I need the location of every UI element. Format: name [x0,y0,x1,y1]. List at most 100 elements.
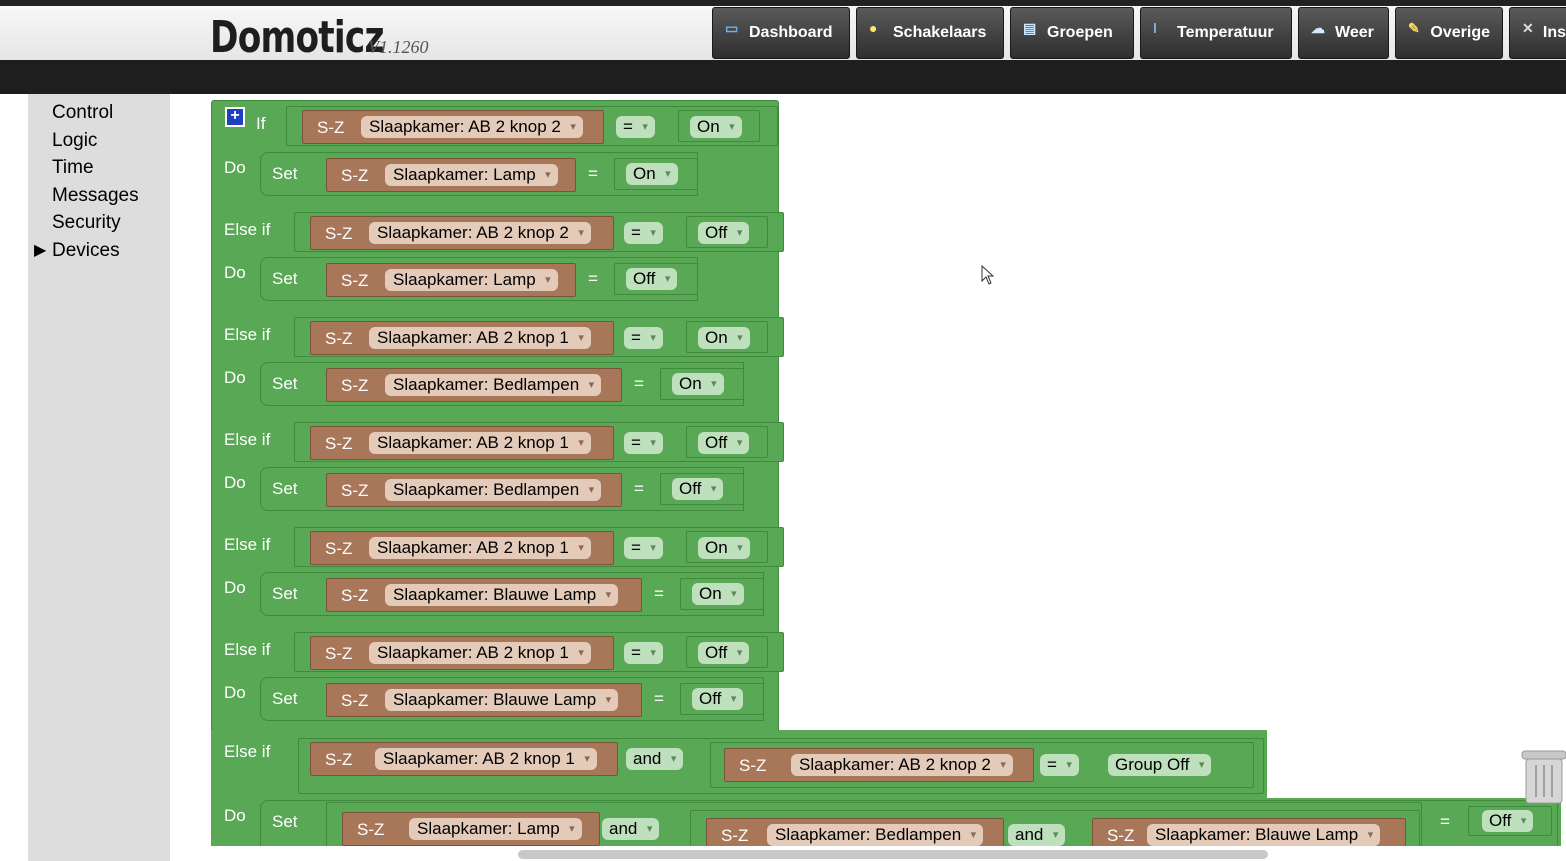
device-dropdown[interactable]: Slaapkamer: Blauwe Lamp [385,689,619,711]
do-label: Do [224,683,246,702]
device-dropdown[interactable]: Slaapkamer: AB 2 knop 2 [791,754,1013,776]
equals-label: = [1440,812,1450,831]
value-dropdown[interactable]: On [672,373,724,395]
value-dropdown[interactable]: Group Off [1108,754,1212,776]
elseif-label: Else if [224,535,271,554]
toolbox-control[interactable]: Control [52,102,113,124]
device-dropdown[interactable]: Slaapkamer: AB 2 knop 1 [369,432,591,454]
logic-dropdown[interactable]: and [1008,824,1066,846]
value-dropdown[interactable]: Off [672,478,724,500]
elseif-label: Else if [224,430,271,449]
device-dropdown[interactable]: Slaapkamer: AB 2 knop 1 [375,748,597,770]
value-dropdown[interactable]: On [626,163,678,185]
nav-overige[interactable]: ✎ Overige [1395,7,1503,59]
operator-dropdown[interactable]: = [624,642,663,664]
operator-dropdown[interactable]: = [624,222,663,244]
equals-label: = [634,479,644,498]
device-block[interactable]: S-Z Slaapkamer: Lamp [326,158,576,192]
device-block[interactable]: S-Z Slaapkamer: Blauwe Lamp [1092,818,1406,846]
nav-temperatuur[interactable]: ǀ Temperatuur [1140,7,1292,59]
device-block[interactable]: S-Z Slaapkamer: Lamp [326,263,576,297]
device-dropdown[interactable]: Slaapkamer: AB 2 knop 1 [369,642,591,664]
horizontal-scrollbar[interactable] [518,850,1268,859]
operator-dropdown[interactable]: = [1040,754,1079,776]
do-label: Do [224,158,246,177]
operator-dropdown[interactable]: = [616,116,655,138]
weather-icon: ☁ [1311,20,1325,36]
elseif-label: Else if [224,220,271,239]
value-dropdown[interactable]: Off [698,642,750,664]
set-label: Set [272,689,298,708]
device-dropdown[interactable]: Slaapkamer: AB 2 knop 1 [369,327,591,349]
blockly-workspace[interactable]: + If S-ZSlaapkamer: AB 2 knop 2 = On Do Set S-… [170,94,1566,846]
set-label: Set [272,374,298,393]
logic-dropdown[interactable]: and [626,748,684,770]
device-dropdown[interactable]: Slaapkamer: AB 2 knop 2 [361,116,583,138]
device-dropdown[interactable]: Slaapkamer: Bedlampen [385,479,602,501]
trash-icon[interactable] [1520,745,1566,805]
toolbox-devices[interactable]: Devices [52,240,120,262]
device-block[interactable]: S-Z Slaapkamer: AB 2 knop 1 [310,426,614,460]
operator-dropdown[interactable]: = [624,327,663,349]
device-dropdown[interactable]: Slaapkamer: AB 2 knop 1 [369,537,591,559]
set-label: Set [272,269,298,288]
toolbox-time[interactable]: Time [52,157,94,179]
nav-instellingen[interactable]: ✕ Ins [1509,7,1566,59]
device-block[interactable]: S-Z Slaapkamer: AB 2 knop 2 [724,748,1034,782]
sidebar-margin [0,94,28,861]
operator-dropdown[interactable]: = [624,432,663,454]
device-block[interactable]: S-Z Slaapkamer: Bedlampen [326,368,622,402]
device-block[interactable]: S-Z Slaapkamer: AB 2 knop 1 [310,531,614,565]
main-nav: ▭ Dashboard ● Schakelaars ▤ Groepen ǀ Temper… [712,7,1566,60]
device-block[interactable]: S-Z Slaapkamer: Bedlampen [706,818,1004,846]
device-block[interactable]: S-Z Slaapkamer: Bedlampen [326,473,622,507]
device-block[interactable]: S-Z Slaapkamer: AB 2 knop 1 [310,321,614,355]
do-label: Do [224,473,246,492]
do-label: Do [224,368,246,387]
toolbox-security[interactable]: Security [52,212,121,234]
value-dropdown[interactable]: Off [1482,810,1534,832]
operator-dropdown[interactable]: = [624,537,663,559]
device-dropdown[interactable]: Slaapkamer: Lamp [385,164,558,186]
device-dropdown[interactable]: Slaapkamer: Blauwe Lamp [385,584,619,606]
nav-weer[interactable]: ☁ Weer [1298,7,1389,59]
value-dropdown[interactable]: Off [692,688,744,710]
device-dropdown[interactable]: Slaapkamer: Bedlampen [767,824,984,846]
device-block[interactable]: S-Z Slaapkamer: AB 2 knop 1 [310,636,614,670]
header: Domoticz V1.1260 ▭ Dashboard ● Schakelaars… [0,6,1566,63]
set-label: Set [272,479,298,498]
logic-dropdown[interactable]: and [602,818,660,840]
device-dropdown[interactable]: Slaapkamer: Lamp [385,269,558,291]
app-logo[interactable]: Domoticz [210,12,384,63]
device-dropdown[interactable]: Slaapkamer: AB 2 knop 2 [369,222,591,244]
blockly-toolbox: Control Logic Time Messages Security ▶ D… [28,94,170,861]
nav-groepen[interactable]: ▤ Groepen [1010,7,1134,59]
device-block[interactable]: S-Z Slaapkamer: Lamp [342,812,600,846]
device-dropdown[interactable]: Slaapkamer: Lamp [409,818,582,840]
do-label: Do [224,578,246,597]
expand-arrow-icon[interactable]: ▶ [34,240,46,260]
nav-schakelaars[interactable]: ● Schakelaars [856,7,1004,59]
device-dropdown[interactable]: Slaapkamer: Bedlampen [385,374,602,396]
equals-label: = [588,269,598,288]
value-dropdown[interactable]: Off [698,222,750,244]
value-dropdown[interactable]: On [698,537,750,559]
do-label: Do [224,806,246,825]
nav-dashboard[interactable]: ▭ Dashboard [712,7,850,59]
do-label: Do [224,263,246,282]
value-dropdown[interactable]: On [698,327,750,349]
mutator-plus-icon[interactable]: + [225,107,245,127]
device-block[interactable]: S-Z Slaapkamer: AB 2 knop 2 [302,110,604,144]
device-block[interactable]: S-Z Slaapkamer: AB 2 knop 2 [310,216,614,250]
elseif-label: Else if [224,640,271,659]
value-dropdown[interactable]: On [690,116,742,138]
toolbox-logic[interactable]: Logic [52,130,97,152]
device-dropdown[interactable]: Slaapkamer: Blauwe Lamp [1147,824,1381,846]
device-block[interactable]: S-Z Slaapkamer: AB 2 knop 1 [310,742,618,776]
value-dropdown[interactable]: Off [698,432,750,454]
device-block[interactable]: S-Z Slaapkamer: Blauwe Lamp [326,683,642,717]
device-block[interactable]: S-Z Slaapkamer: Blauwe Lamp [326,578,642,612]
value-dropdown[interactable]: On [692,583,744,605]
toolbox-messages[interactable]: Messages [52,185,139,207]
value-dropdown[interactable]: Off [626,268,678,290]
